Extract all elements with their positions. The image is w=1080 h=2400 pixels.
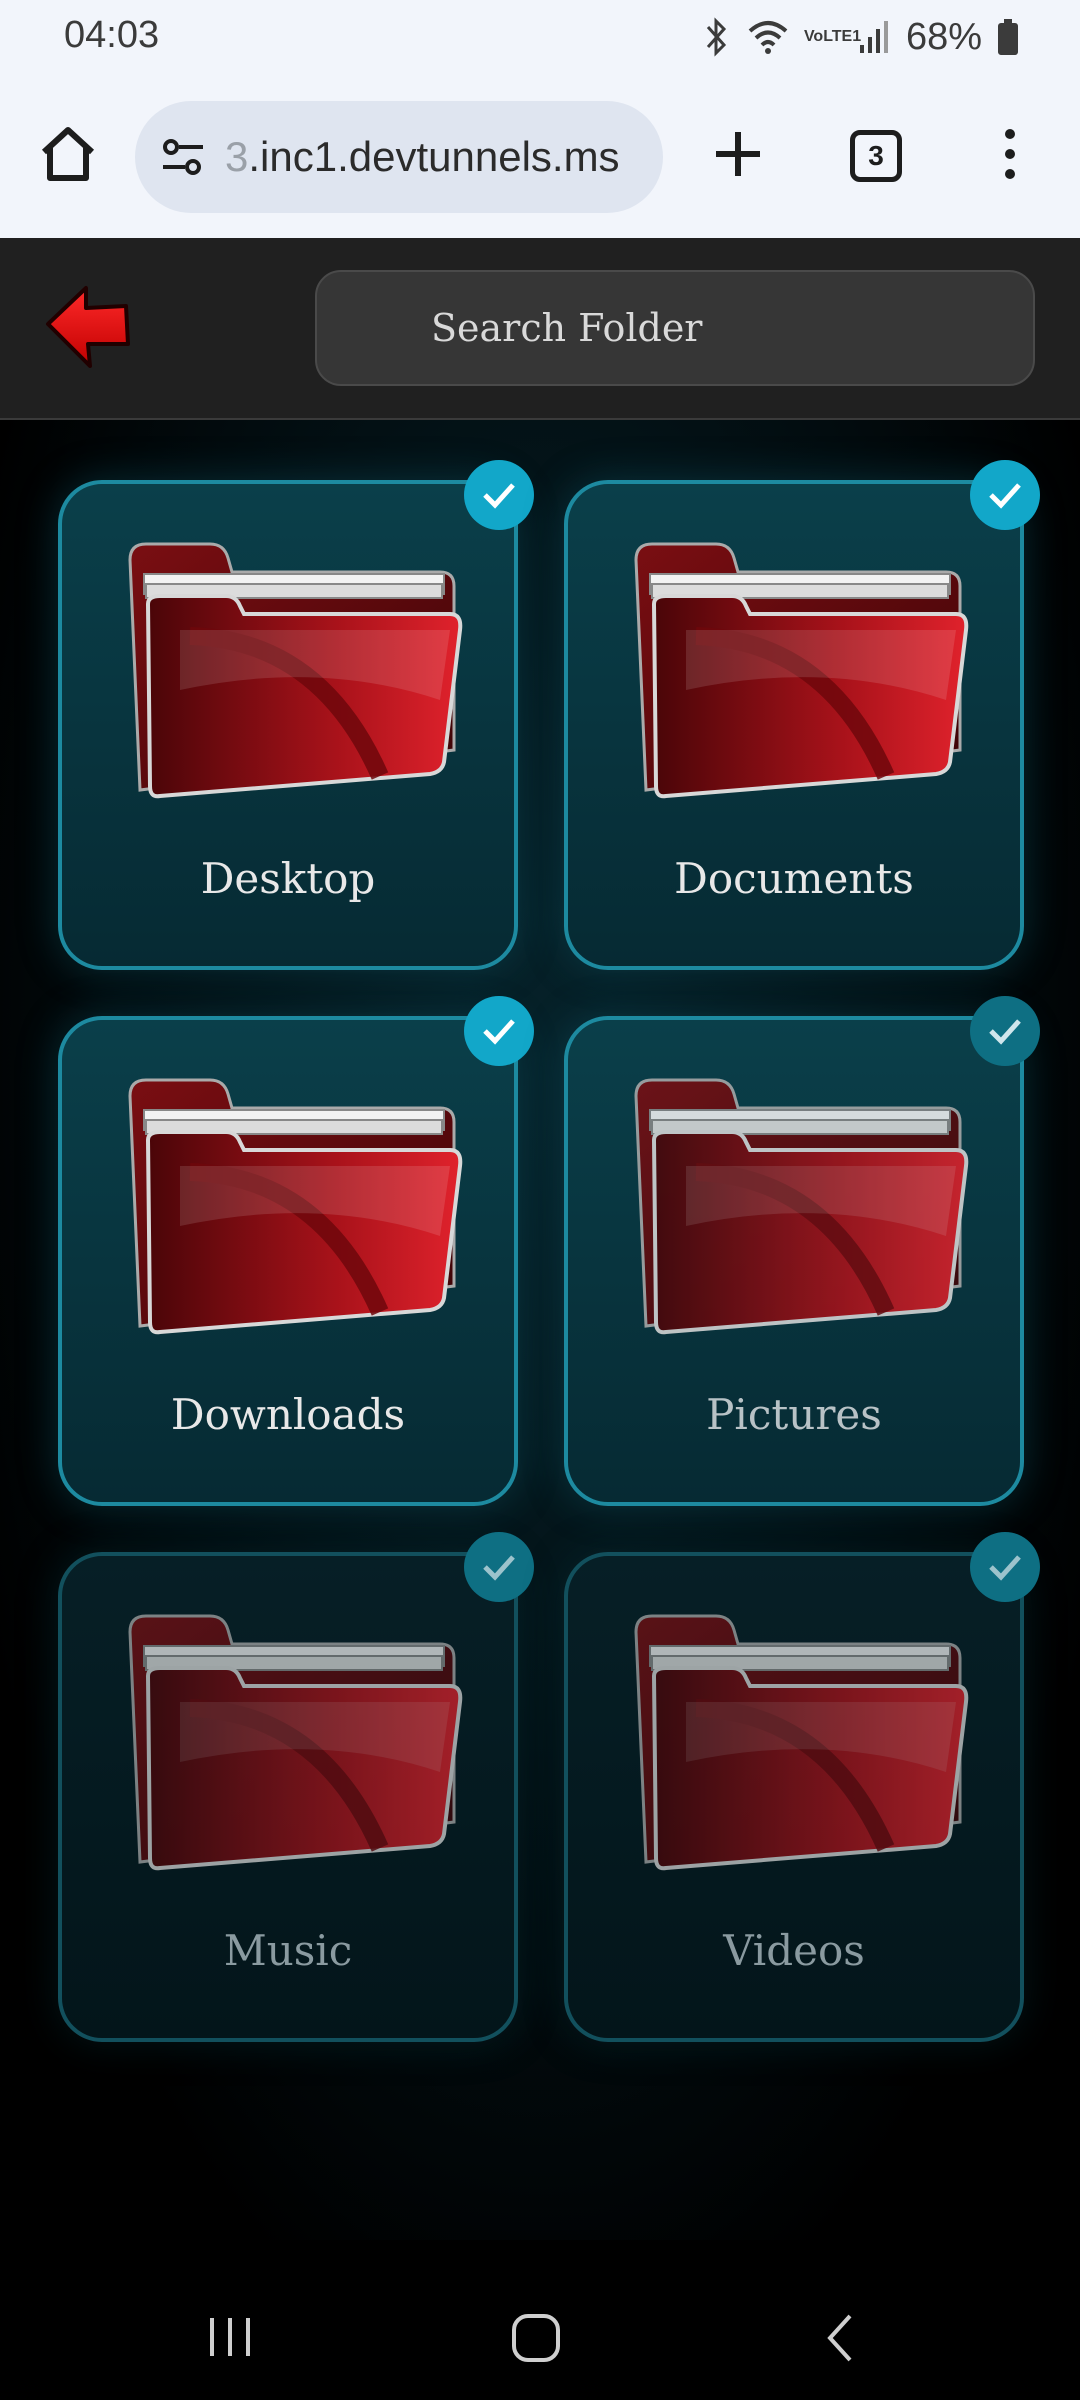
folder-label: Desktop [200, 854, 376, 903]
folder-label: Documents [674, 854, 914, 903]
folder-icon [128, 542, 463, 799]
wifi-icon [748, 21, 788, 54]
folder-card-pictures[interactable]: Pictures [564, 1016, 1024, 1506]
url-text-main: .inc1.devtunnels.ms [248, 133, 620, 180]
folder-icon [128, 1614, 463, 1871]
checkmark-icon[interactable] [464, 460, 534, 530]
recent-apps-icon[interactable] [200, 2312, 260, 2362]
folder-label: Videos [723, 1926, 865, 1975]
checkmark-icon[interactable] [464, 996, 534, 1066]
app-header [0, 238, 1080, 420]
home-nav-icon[interactable] [508, 2310, 564, 2366]
folder-label: Music [223, 1926, 353, 1975]
address-bar[interactable]: 3.inc1.devtunnels.ms [135, 101, 663, 213]
checkmark-icon[interactable] [464, 1532, 534, 1602]
browser-toolbar: 3.inc1.devtunnels.ms 3 [0, 78, 1080, 238]
tab-switcher-button[interactable]: 3 [850, 130, 902, 182]
bluetooth-icon [706, 17, 726, 57]
battery-percent: 68% [905, 15, 982, 58]
checkmark-icon[interactable] [970, 460, 1040, 530]
search-folder-input[interactable] [315, 270, 1035, 386]
battery-icon [998, 19, 1018, 55]
folder-card-desktop[interactable]: Desktop [58, 480, 518, 970]
status-icons: VoLTE1 68% [702, 12, 1020, 62]
folder-card-downloads[interactable]: Downloads [58, 1016, 518, 1506]
more-menu-icon[interactable] [990, 122, 1030, 186]
folder-icon [634, 542, 969, 799]
signal-icon [859, 21, 888, 53]
folder-card-videos[interactable]: Videos [564, 1552, 1024, 2042]
back-nav-icon[interactable] [820, 2310, 860, 2366]
folder-grid: Desktop Documents Downloads Pictures Mus… [0, 420, 1080, 2240]
back-arrow-icon[interactable] [42, 282, 132, 372]
folder-label: Downloads [170, 1390, 406, 1439]
status-bar: 04:03 VoLTE1 68% [0, 0, 1080, 78]
folder-icon [634, 1078, 969, 1335]
new-tab-icon[interactable] [706, 122, 770, 186]
url-text-faded: 3 [225, 133, 249, 180]
folder-label: Pictures [706, 1390, 882, 1439]
url-text[interactable]: 3.inc1.devtunnels.ms [225, 133, 645, 181]
network-type-label: VoLTE1 [803, 28, 862, 45]
folder-card-documents[interactable]: Documents [564, 480, 1024, 970]
site-settings-icon[interactable] [159, 133, 207, 181]
folder-card-music[interactable]: Music [58, 1552, 518, 2042]
status-time: 04:03 [64, 14, 160, 56]
system-nav-bar [0, 2240, 1080, 2400]
checkmark-icon[interactable] [970, 996, 1040, 1066]
folder-icon [634, 1614, 969, 1871]
folder-icon [128, 1078, 463, 1335]
home-icon[interactable] [36, 122, 100, 186]
checkmark-icon[interactable] [970, 1532, 1040, 1602]
